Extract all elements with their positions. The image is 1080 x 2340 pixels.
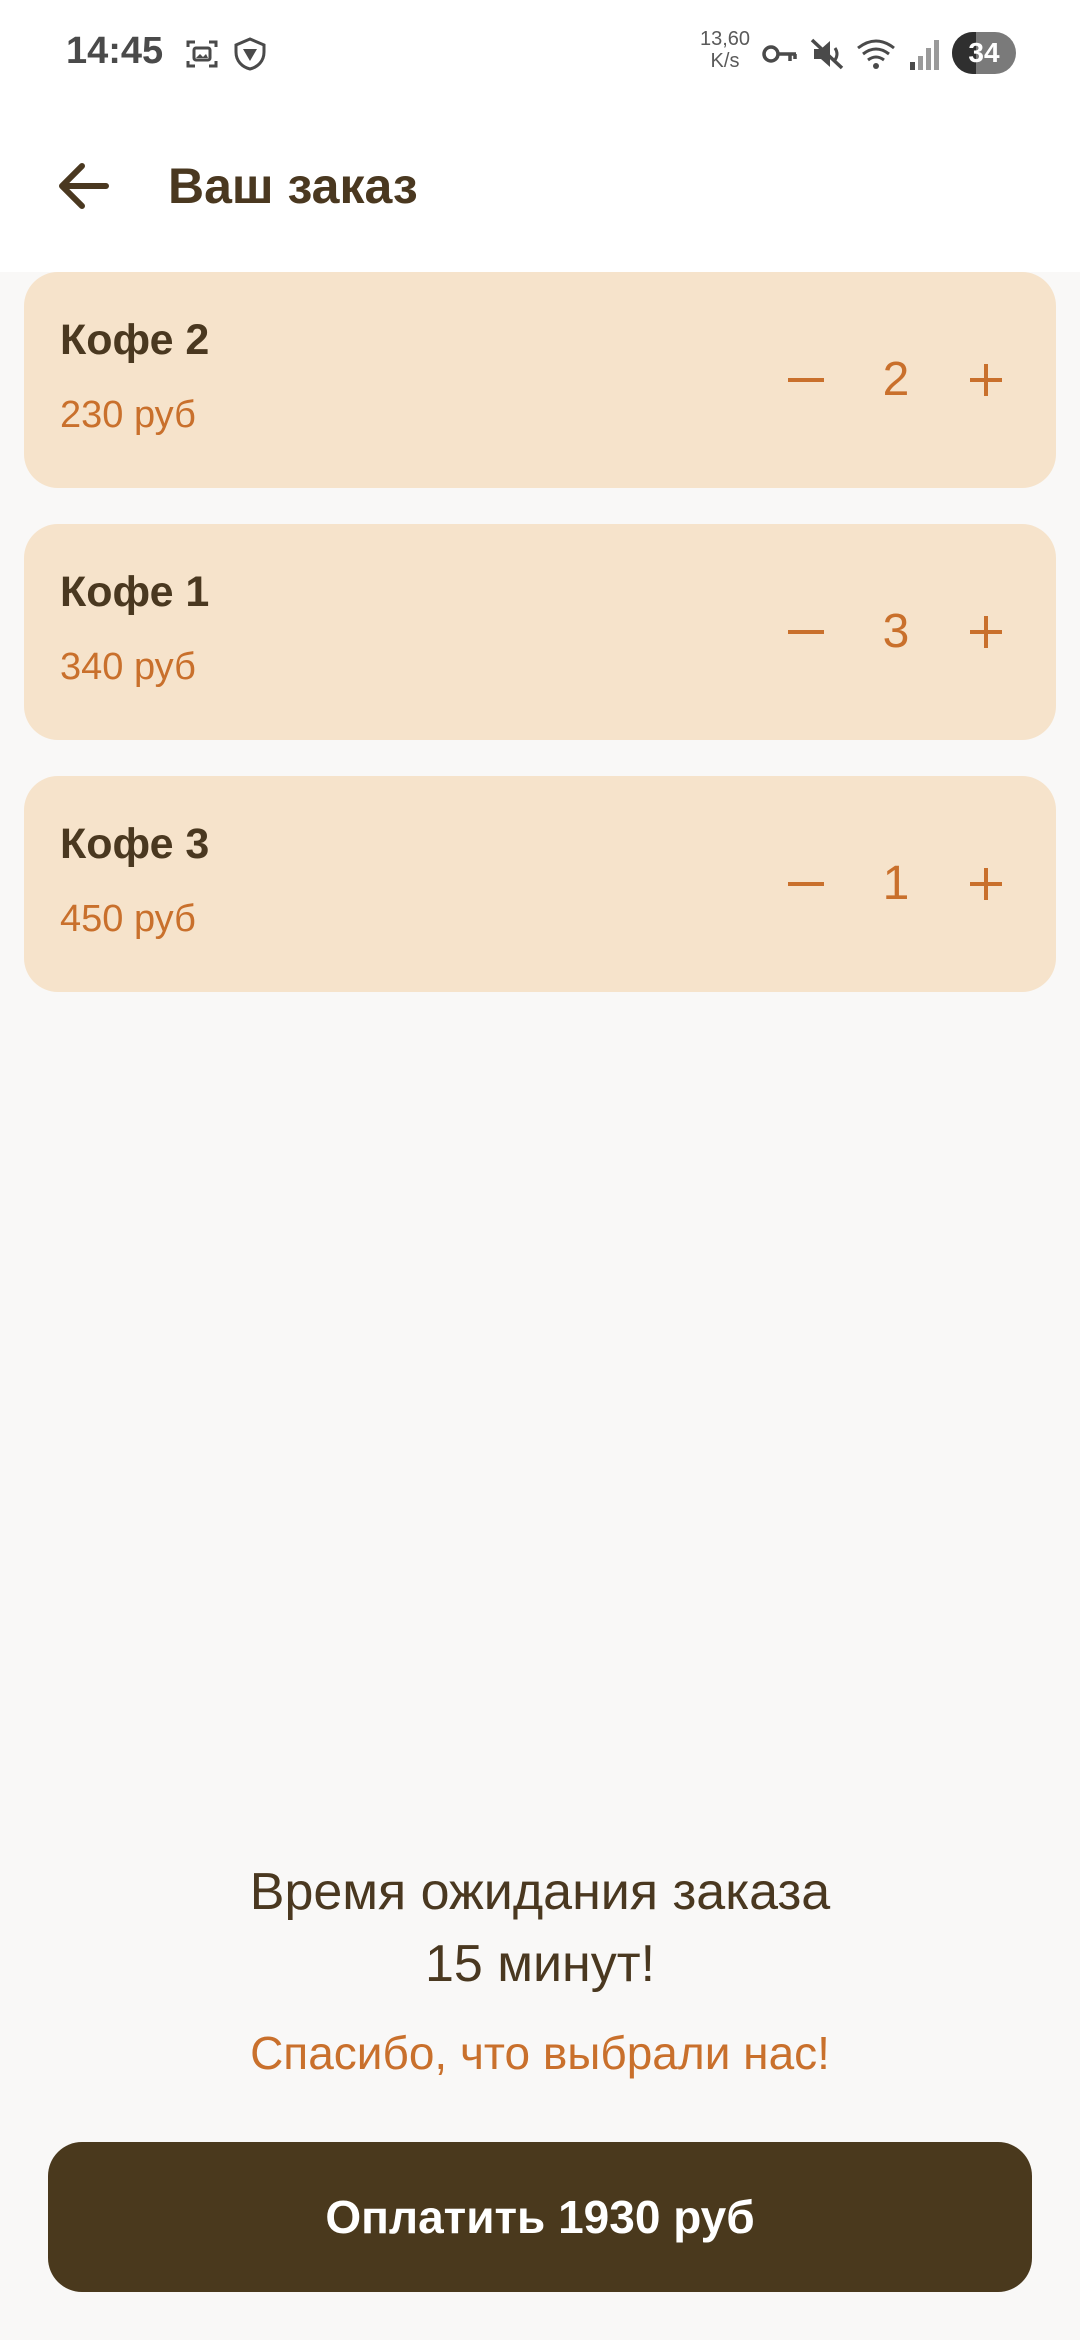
plus-icon[interactable] — [956, 350, 1016, 410]
vpn-shield-icon — [234, 37, 266, 71]
item-name: Кофе 2 — [60, 316, 210, 364]
app-bar: Ваш заказ — [0, 110, 1080, 272]
signal-icon — [910, 40, 939, 70]
order-list: Кофе 2 230 руб 2 Кофе 1 340 руб 3 Кофе 3… — [24, 272, 1056, 1028]
minus-icon[interactable] — [776, 602, 836, 662]
status-time: 14:45 — [66, 30, 164, 72]
wait-time-line-1: Время ожидания заказа — [249, 1863, 831, 1921]
item-price: 340 руб — [60, 646, 196, 688]
network-speed-value: 13,60 — [699, 28, 751, 50]
quantity-value: 3 — [882, 605, 910, 658]
plus-icon[interactable] — [956, 602, 1016, 662]
item-name: Кофе 3 — [60, 820, 210, 868]
wait-time-message: Время ожидания заказа 15 минут! — [0, 1856, 1080, 2000]
battery-level: 34 — [968, 37, 1000, 68]
item-price: 230 руб — [60, 394, 196, 436]
order-item-card: Кофе 2 230 руб 2 — [24, 272, 1056, 488]
minus-icon[interactable] — [776, 350, 836, 410]
quantity-stepper: 2 — [776, 330, 1016, 430]
quantity-value: 1 — [882, 857, 910, 910]
status-bar: 14:45 13,60 K/s 34 — [0, 0, 1080, 110]
plus-icon[interactable] — [956, 854, 1016, 914]
network-speed: 13,60 K/s — [695, 28, 755, 72]
thanks-message: Спасибо, что выбрали нас! — [250, 2027, 830, 2079]
quantity-value: 2 — [882, 353, 910, 406]
order-item-card: Кофе 3 450 руб 1 — [24, 776, 1056, 992]
minus-icon[interactable] — [776, 854, 836, 914]
item-name: Кофе 1 — [60, 568, 210, 616]
battery-indicator: 34 — [952, 32, 1016, 74]
quantity-stepper: 3 — [776, 582, 1016, 682]
item-price: 450 руб — [60, 898, 196, 940]
page-title: Ваш заказ — [168, 158, 418, 214]
pay-button[interactable]: Оплатить 1930 руб — [48, 2142, 1032, 2292]
key-icon — [762, 45, 797, 63]
quantity-stepper: 1 — [776, 834, 1016, 934]
order-item-card: Кофе 1 340 руб 3 — [24, 524, 1056, 740]
screenshot-icon — [186, 40, 218, 68]
arrow-left-icon[interactable] — [44, 146, 124, 226]
wifi-icon — [857, 39, 895, 69]
wait-time-line-2: 15 минут! — [424, 1935, 656, 1993]
network-speed-unit: K/s — [710, 50, 740, 72]
mute-icon — [810, 38, 844, 70]
